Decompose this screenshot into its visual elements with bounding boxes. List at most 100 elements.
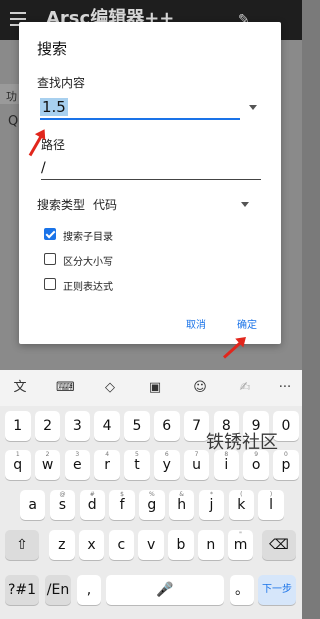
key-d[interactable]: d # bbox=[79, 490, 105, 520]
key-p[interactable]: p0 bbox=[273, 450, 299, 480]
key-b[interactable]: b bbox=[168, 530, 194, 560]
key-k[interactable]: k( bbox=[228, 490, 254, 520]
key-1[interactable]: 1 bbox=[5, 411, 31, 441]
key-o[interactable]: o9 bbox=[243, 450, 269, 480]
symbols-key[interactable]: ?#1 bbox=[5, 575, 39, 605]
search-type-select[interactable]: 代码 bbox=[93, 196, 117, 213]
key-z[interactable]: z bbox=[49, 530, 75, 560]
find-history-dropdown-icon[interactable] bbox=[249, 105, 257, 110]
key-m[interactable]: m " bbox=[227, 530, 254, 560]
key-y[interactable]: y6 bbox=[154, 450, 180, 480]
key-j-secondary-label: * bbox=[209, 491, 213, 498]
key-v[interactable]: v bbox=[138, 530, 164, 560]
key-2[interactable]: 2 bbox=[34, 411, 61, 441]
key-c[interactable]: c bbox=[108, 530, 135, 560]
key-u[interactable]: u7 bbox=[183, 450, 210, 480]
key-u-label: u bbox=[192, 457, 201, 473]
key-g-label: g bbox=[147, 497, 157, 513]
find-input[interactable]: 1.5 bbox=[40, 98, 68, 116]
key-l-secondary-label: ) bbox=[269, 491, 273, 498]
period-key[interactable]: 。 bbox=[230, 575, 254, 605]
ok-button[interactable]: 确定 bbox=[237, 316, 257, 331]
keyboard-icon[interactable]: ⌨ bbox=[56, 379, 75, 397]
key-e-label: e bbox=[73, 457, 82, 473]
language-key-label: /En bbox=[46, 582, 70, 598]
shift-key[interactable]: ⇧ bbox=[5, 530, 39, 560]
key-t[interactable]: t5 bbox=[124, 450, 150, 480]
key-f-secondary-label: $ bbox=[120, 491, 124, 498]
key-4[interactable]: 4 bbox=[94, 411, 120, 441]
key-z-label: z bbox=[58, 537, 66, 553]
key-f[interactable]: f $ bbox=[109, 490, 135, 520]
comma-key-label: , bbox=[86, 582, 92, 598]
handwriting-icon[interactable]: ✍ bbox=[236, 379, 254, 397]
symbols-key-label: ?#1 bbox=[7, 582, 37, 598]
key-n[interactable]: n bbox=[198, 530, 224, 560]
key-a[interactable]: a bbox=[19, 490, 46, 520]
key-s-secondary-label: @ bbox=[59, 491, 66, 498]
key-w[interactable]: w2 bbox=[34, 450, 61, 480]
checkbox-regex-label: 正则表达式 bbox=[63, 282, 113, 293]
key-j[interactable]: j * bbox=[198, 490, 225, 520]
key-f-label: f bbox=[119, 497, 125, 513]
space-key[interactable]: 🎤 bbox=[106, 575, 224, 605]
key-l-label: l bbox=[269, 497, 273, 513]
key-a-label: a bbox=[28, 497, 37, 513]
checkbox-case-sensitive[interactable] bbox=[44, 253, 56, 265]
key-q-secondary-label: 1 bbox=[15, 451, 20, 458]
more-icon[interactable]: ··· bbox=[276, 379, 294, 397]
emoji-icon[interactable]: ☺ bbox=[191, 379, 209, 397]
key-t-label: t bbox=[134, 457, 140, 473]
key-1-label: 1 bbox=[13, 418, 23, 434]
watermark: 铁锈社区 bbox=[206, 432, 278, 453]
key-l[interactable]: l) bbox=[258, 490, 284, 520]
translate-icon[interactable]: 文 bbox=[11, 379, 29, 397]
key-h[interactable]: h & bbox=[168, 490, 195, 520]
key-q[interactable]: q1 bbox=[5, 450, 31, 480]
path-input-underline bbox=[41, 179, 261, 180]
key-3[interactable]: 3 bbox=[64, 411, 91, 441]
key-g[interactable]: g% bbox=[139, 490, 165, 520]
cancel-button[interactable]: 取消 bbox=[186, 316, 206, 331]
delete-key[interactable]: ⌫ bbox=[262, 530, 296, 560]
key-x-label: x bbox=[87, 537, 96, 553]
clipboard-icon[interactable]: ▣ bbox=[146, 379, 164, 397]
key-m-label: m bbox=[233, 537, 248, 553]
key-r-secondary-label: 4 bbox=[105, 451, 110, 458]
key-x[interactable]: x bbox=[78, 530, 105, 560]
key-w-label: w bbox=[41, 457, 54, 473]
key-i[interactable]: i8 bbox=[213, 450, 240, 480]
key-e[interactable]: e3 bbox=[64, 450, 91, 480]
move-cursor-icon[interactable]: ◇ bbox=[101, 379, 119, 397]
key-0-label: 0 bbox=[281, 418, 291, 434]
next-key[interactable]: 下一步 bbox=[258, 575, 296, 605]
path-input[interactable]: / bbox=[41, 160, 46, 176]
key-5[interactable]: 5 bbox=[124, 411, 150, 441]
find-label: 查找内容 bbox=[37, 76, 86, 90]
key-r[interactable]: r4 bbox=[94, 450, 120, 480]
dialog-title: 搜索 bbox=[37, 40, 68, 58]
comma-key[interactable]: , bbox=[77, 575, 101, 605]
search-icon: Q bbox=[8, 114, 19, 129]
checkbox-regex[interactable] bbox=[44, 278, 56, 290]
key-s[interactable]: s @ bbox=[49, 490, 76, 520]
key-d-secondary-label: # bbox=[89, 491, 95, 498]
period-key-label: 。 bbox=[235, 582, 249, 598]
key-q-label: q bbox=[13, 457, 23, 473]
key-k-secondary-label: ( bbox=[240, 491, 243, 498]
checkbox-case-sensitive-label: 区分大小写 bbox=[63, 257, 113, 268]
checkbox-subdirectory[interactable] bbox=[44, 228, 56, 240]
key-o-label: o bbox=[251, 457, 261, 473]
key-7-label: 7 bbox=[192, 418, 201, 434]
key-m-secondary-label: " bbox=[239, 531, 242, 538]
key-t-secondary-label: 5 bbox=[135, 451, 139, 458]
key-c-label: c bbox=[117, 537, 126, 553]
key-v-label: v bbox=[146, 537, 156, 553]
search-type-dropdown-icon[interactable] bbox=[241, 202, 249, 207]
language-key[interactable]: /En bbox=[45, 575, 71, 605]
find-input-underline bbox=[40, 118, 240, 120]
function-tab-label: 功 bbox=[6, 90, 17, 103]
key-e-secondary-label: 3 bbox=[75, 451, 80, 458]
key-6[interactable]: 6 bbox=[154, 411, 180, 441]
key-b-label: b bbox=[176, 537, 186, 553]
